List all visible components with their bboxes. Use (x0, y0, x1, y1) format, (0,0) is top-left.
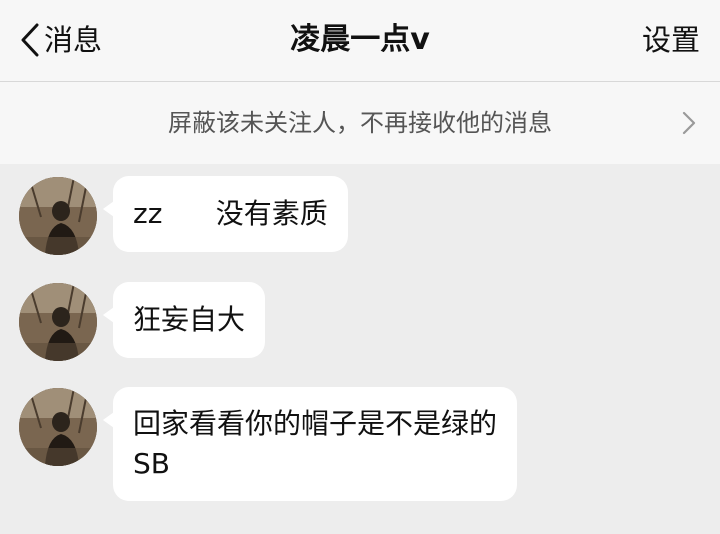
block-banner-text: 屏蔽该未关注人，不再接收他的消息 (168, 109, 552, 137)
user-avatar[interactable] (19, 283, 97, 361)
settings-button[interactable]: 设置 (642, 20, 700, 60)
message-text-line: 回家看看你的帽子是不是绿的 (133, 407, 498, 440)
message-bubble[interactable]: 狂妄自大 (103, 282, 266, 358)
back-button[interactable]: 消息 (20, 20, 102, 60)
message-bubble[interactable]: 回家看看你的帽子是不是绿的 SB (103, 387, 518, 501)
chevron-left-icon (20, 23, 40, 57)
message-bubble[interactable]: zz 没有素质 (103, 176, 348, 252)
page-title: 凌晨一点v (290, 22, 430, 57)
bubble-tail (103, 412, 114, 428)
message-text-line: SB (133, 447, 170, 480)
user-avatar[interactable] (19, 388, 97, 466)
bubble-tail (103, 201, 114, 217)
message-text: zz 没有素质 (133, 197, 328, 230)
back-label: 消息 (44, 23, 103, 57)
navigation-bar: 消息 凌晨一点v 设置 (0, 0, 720, 82)
block-banner[interactable]: 屏蔽该未关注人，不再接收他的消息 (0, 82, 720, 164)
chevron-right-icon (682, 111, 696, 139)
user-avatar[interactable] (19, 177, 97, 255)
message-text: 狂妄自大 (133, 303, 246, 336)
bubble-tail (103, 307, 114, 323)
